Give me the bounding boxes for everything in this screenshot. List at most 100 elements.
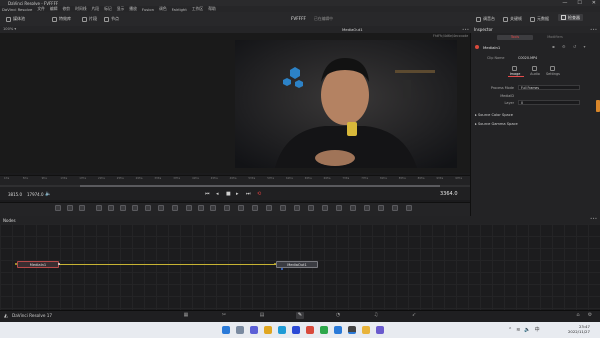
subtab-settings[interactable]: Settings — [544, 72, 562, 76]
fusion-tool-icon[interactable] — [224, 205, 230, 211]
fusion-tool-icon[interactable] — [198, 205, 204, 211]
inspector-title: Inspector — [474, 27, 493, 32]
store-icon[interactable] — [292, 326, 300, 334]
process-mode-select[interactable]: Full Frames — [518, 85, 580, 90]
audio-icon[interactable]: 🔈 — [45, 191, 51, 197]
menu-app[interactable]: DaVinci Resolve — [2, 7, 32, 12]
tab-modifiers[interactable]: Modifiers — [537, 35, 573, 40]
fusion-tool-icon[interactable] — [252, 205, 258, 211]
metadata-button[interactable]: 元数据 — [530, 15, 549, 23]
node-mediaout[interactable]: MediaOut1 — [276, 261, 318, 268]
fusion-tool-icon[interactable] — [145, 205, 151, 211]
tab-tools[interactable]: Tools — [497, 35, 533, 40]
fusion-tool-icon[interactable] — [364, 205, 370, 211]
fusion-tool-icon[interactable] — [308, 205, 314, 211]
taskbar-clock[interactable]: 23:47 2022/11/27 — [568, 324, 590, 334]
app-purple-icon[interactable] — [376, 326, 384, 334]
search-icon[interactable] — [236, 326, 244, 334]
timecode-start[interactable]: 3815.0 — [8, 192, 22, 197]
media-pool-icon — [6, 16, 11, 22]
fusion-tool-icon[interactable] — [120, 205, 126, 211]
app-yellow-icon[interactable] — [362, 326, 370, 334]
page-fusion-icon[interactable]: ✎ — [296, 312, 304, 319]
page-edit-icon[interactable]: ▤ — [258, 312, 266, 319]
effects-button[interactable]: 特效库 — [52, 15, 71, 23]
node-mediaout-label: MediaOut1 — [287, 262, 307, 267]
fusion-tool-icon[interactable] — [132, 205, 138, 211]
layer-select[interactable]: 0 — [518, 100, 580, 105]
fusion-tool-icon[interactable] — [350, 205, 356, 211]
explorer-icon[interactable] — [264, 326, 272, 334]
clips-button[interactable]: 片段 — [82, 15, 97, 23]
home-icon[interactable]: ⌂ — [574, 312, 582, 319]
fusion-tool-icon[interactable] — [158, 205, 164, 211]
fusion-tool-icon[interactable] — [108, 205, 114, 211]
timecode-end[interactable]: 17974.0 — [27, 192, 44, 197]
fusion-tool-icon[interactable] — [79, 205, 85, 211]
viewer-menu-dots[interactable]: ••• — [462, 27, 469, 32]
go-to-end-button[interactable]: ⏭ — [246, 191, 251, 197]
fusion-tool-icon[interactable] — [186, 205, 192, 211]
project-settings-icon[interactable]: ⚙ — [586, 312, 594, 319]
menu-fairlight[interactable]: Fairlight — [172, 7, 187, 12]
go-to-start-button[interactable]: ⏮ — [205, 191, 210, 197]
taskview-icon[interactable] — [250, 326, 258, 334]
page-cut-icon[interactable]: ✂ — [220, 312, 228, 319]
node-mediain[interactable]: MediaIn1 — [17, 261, 59, 268]
nodes-menu-dots[interactable]: ••• — [590, 216, 597, 221]
source-color-space-section[interactable]: ▸ Source Color Space — [475, 113, 513, 117]
fusion-tool-icon[interactable] — [238, 205, 244, 211]
fusion-tool-icon[interactable] — [294, 205, 300, 211]
node-link[interactable] — [59, 264, 276, 265]
tray-volume-icon[interactable]: 🔈 — [524, 327, 530, 333]
app-red-icon[interactable] — [306, 326, 314, 334]
fusion-tool-icon[interactable] — [336, 205, 342, 211]
play-reverse-button[interactable]: ◂ — [216, 191, 219, 197]
fusion-tool-icon[interactable] — [172, 205, 178, 211]
current-timecode[interactable]: 3364.0 — [440, 191, 458, 197]
fusion-tool-icon[interactable] — [378, 205, 384, 211]
fusion-tool-icon[interactable] — [406, 205, 412, 211]
start-icon[interactable] — [222, 326, 230, 334]
fusion-tool-icon[interactable] — [96, 205, 102, 211]
ruler-tick: 97fra — [455, 177, 463, 180]
app-blue-icon[interactable] — [334, 326, 342, 334]
tray-wifi-icon[interactable]: ≋ — [516, 327, 520, 333]
fusion-tool-icon[interactable] — [210, 205, 216, 211]
play-button[interactable]: ▸ — [236, 191, 239, 197]
page-deliver-icon[interactable]: ➶ — [410, 312, 418, 319]
resolve-taskbar-icon[interactable] — [348, 326, 356, 334]
subtab-audio[interactable]: Audio — [526, 72, 544, 76]
inspector-menu-dots[interactable]: ••• — [590, 27, 597, 32]
app-green-icon[interactable] — [320, 326, 328, 334]
inspector-node-actions[interactable]: ▪ ⚙ ↺ ▾ — [552, 44, 588, 49]
fusion-tool-icon[interactable] — [392, 205, 398, 211]
fusion-tool-icon[interactable] — [266, 205, 272, 211]
tray-chevron-icon[interactable]: ⌃ — [508, 327, 512, 333]
viewer-zoom-select[interactable]: 100% ▾ — [3, 27, 16, 31]
tray-ime-icon[interactable]: 中 — [535, 326, 540, 333]
page-color-icon[interactable]: ◔ — [334, 312, 342, 319]
node-mediain-port[interactable] — [15, 263, 17, 265]
menu-fusion[interactable]: Fusion — [142, 7, 154, 12]
page-fairlight-icon[interactable]: ♫ — [372, 312, 380, 319]
fusion-tool-icon[interactable] — [67, 205, 73, 211]
node-mediaout-port[interactable] — [281, 268, 283, 270]
mixer-button[interactable]: 调音台 — [476, 15, 495, 23]
node-mediaout-input[interactable] — [274, 263, 276, 265]
node-mediain-output[interactable] — [58, 263, 60, 265]
loop-button[interactable]: ⟲ — [257, 191, 261, 197]
keyframes-button[interactable]: 关键帧 — [503, 15, 522, 23]
nodes-button[interactable]: 节点 — [104, 15, 119, 23]
inspector-button[interactable]: 检查器 — [558, 14, 583, 21]
stop-button[interactable]: ■ — [226, 191, 231, 197]
resolve-fx-tab[interactable] — [596, 100, 600, 112]
fusion-tool-icon[interactable] — [55, 205, 61, 211]
fusion-tool-icon[interactable] — [322, 205, 328, 211]
page-media-icon[interactable]: ▦ — [182, 312, 190, 319]
fusion-tool-icon[interactable] — [280, 205, 286, 211]
source-gamma-space-section[interactable]: ▸ Source Gamma Space — [475, 122, 518, 126]
project-title: FVFFFF — [291, 16, 306, 21]
media-pool-button[interactable]: 媒体池 — [6, 15, 25, 23]
edge-icon[interactable] — [278, 326, 286, 334]
